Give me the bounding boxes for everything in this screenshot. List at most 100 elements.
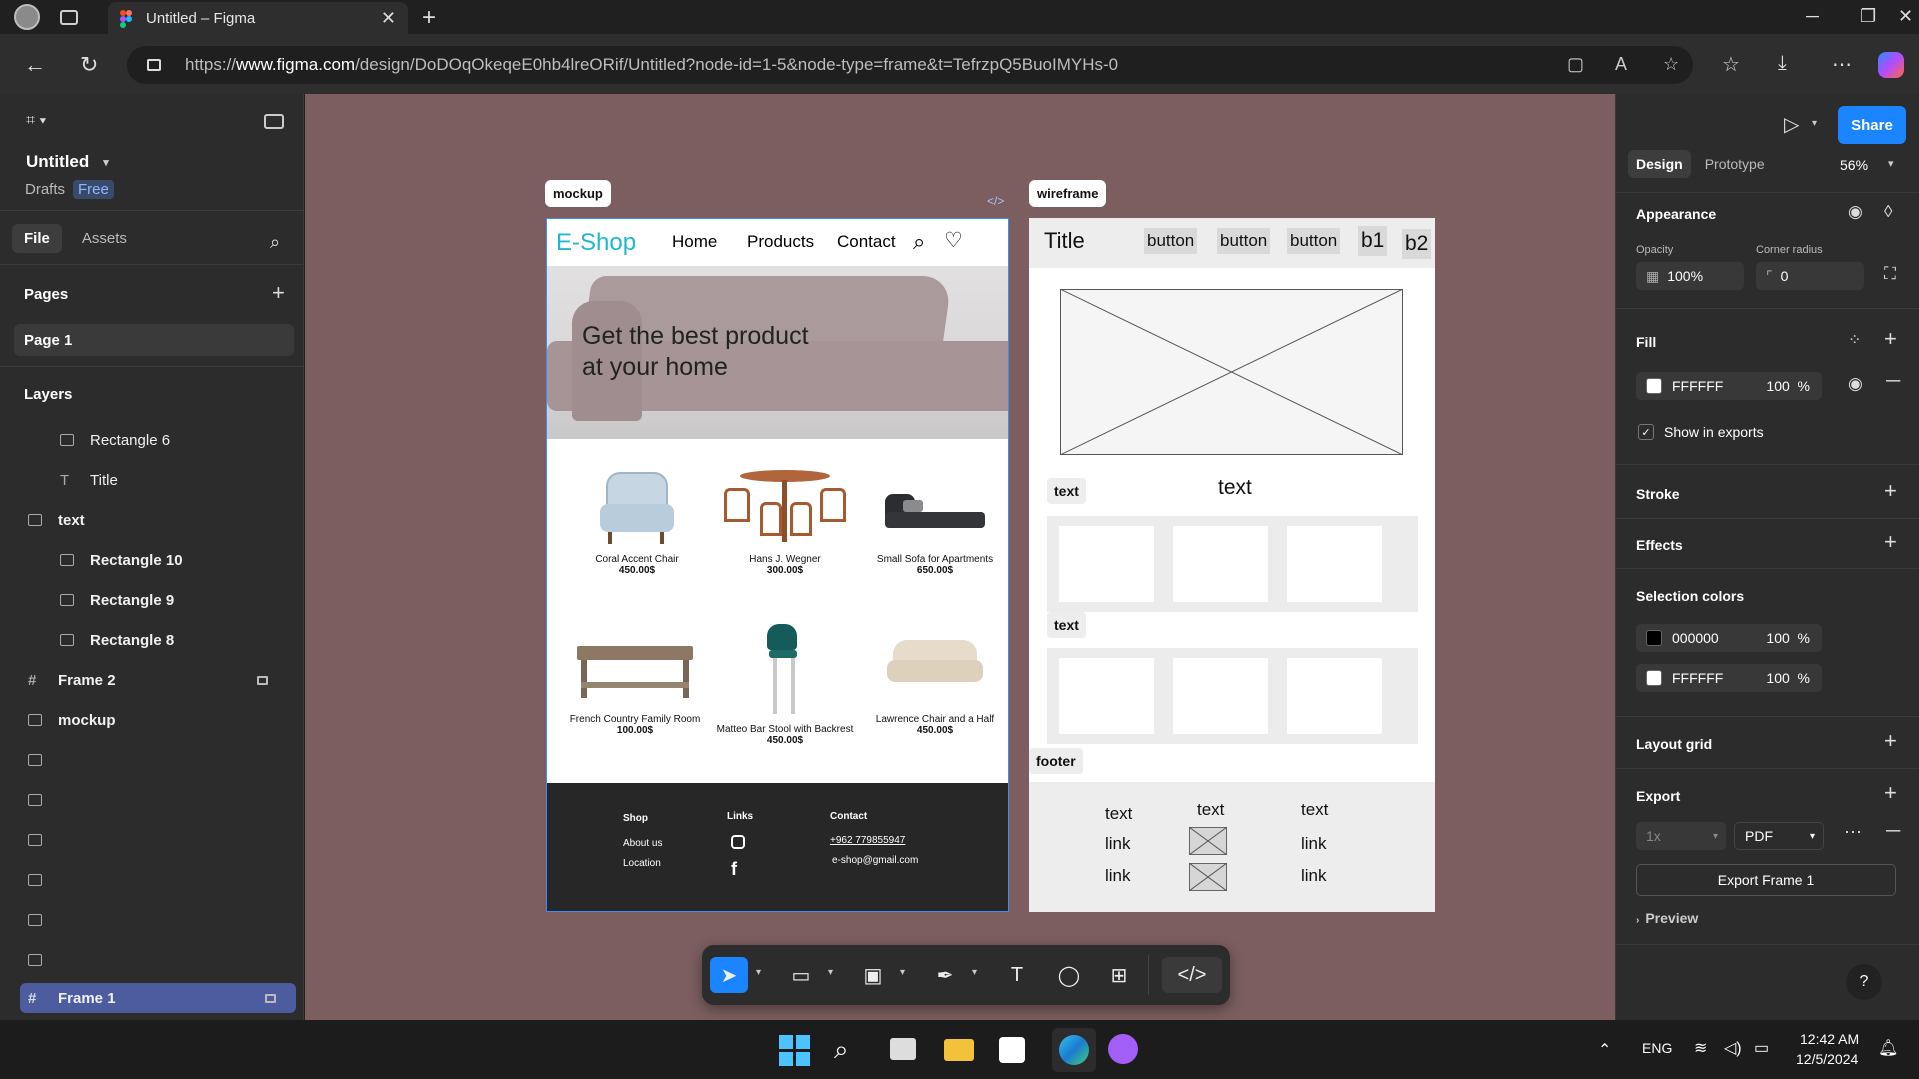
main-menu-icon[interactable]: ⌗ ▾ xyxy=(26,112,46,130)
tab-actions-icon[interactable] xyxy=(60,9,78,25)
layer-item[interactable] xyxy=(0,940,304,980)
play-icon[interactable]: ▷ xyxy=(1784,112,1799,137)
windows-start-icon[interactable] xyxy=(779,1034,811,1066)
design-canvas[interactable]: mockup </> wireframe E-Shop Home Product… xyxy=(305,94,1615,1020)
selection-color-row[interactable]: 000000 100 % xyxy=(1636,624,1822,652)
github-icon[interactable] xyxy=(1108,1034,1140,1066)
color-swatch[interactable] xyxy=(1646,630,1662,646)
layer-item[interactable]: text xyxy=(0,500,304,540)
chevron-down-icon[interactable]: ▾ xyxy=(756,967,761,978)
layer-item[interactable]: # Frame 2 xyxy=(0,660,304,700)
styles-icon[interactable]: ⁘ xyxy=(1848,330,1861,350)
opacity-input[interactable]: ▦ 100% xyxy=(1636,262,1744,290)
blend-icon[interactable]: ◊ xyxy=(1884,202,1892,222)
chevron-down-icon[interactable]: ▾ xyxy=(900,967,905,978)
downloads-icon[interactable]: ⤓ xyxy=(1778,52,1787,75)
layer-item[interactable]: Rectangle 8 xyxy=(0,620,304,660)
chevron-down-icon[interactable]: ▾ xyxy=(1812,118,1817,129)
read-aloud-icon[interactable]: A xyxy=(1615,54,1627,75)
eye-icon[interactable]: ◉ xyxy=(1848,374,1863,394)
fill-color-input[interactable]: FFFFFF 100 % xyxy=(1636,372,1822,400)
layer-item[interactable]: Rectangle 10 xyxy=(0,540,304,580)
search-icon[interactable]: ⌕ xyxy=(270,232,280,253)
help-button[interactable]: ? xyxy=(1846,964,1882,1000)
eye-icon[interactable]: ◉ xyxy=(1848,202,1863,222)
lock-icon[interactable] xyxy=(257,675,268,685)
layer-item[interactable] xyxy=(0,900,304,940)
move-tool-icon[interactable]: ➤ xyxy=(710,957,748,993)
export-settings-icon[interactable]: ⋯ xyxy=(1844,822,1862,843)
frame-label-mockup[interactable]: mockup xyxy=(545,180,611,207)
tab-design[interactable]: Design xyxy=(1628,150,1691,178)
layer-item[interactable] xyxy=(0,860,304,900)
store-icon[interactable] xyxy=(999,1034,1031,1066)
refresh-icon[interactable]: ↻ xyxy=(80,52,98,78)
close-tab-icon[interactable]: ✕ xyxy=(381,8,396,29)
tab-assets[interactable]: Assets xyxy=(70,224,139,253)
show-in-exports[interactable]: ✓ Show in exports xyxy=(1638,424,1764,440)
file-explorer-icon[interactable] xyxy=(944,1034,976,1066)
pen-tool-icon[interactable]: ✒ xyxy=(926,957,964,993)
minimize-icon[interactable]: ─ xyxy=(1806,6,1819,27)
edge-icon[interactable] xyxy=(1052,1028,1096,1072)
add-page-icon[interactable]: + xyxy=(272,280,285,306)
export-scale-select[interactable]: 1x ▾ xyxy=(1636,822,1726,850)
clock-date[interactable]: 12/5/2024 xyxy=(1796,1051,1858,1067)
layer-item[interactable] xyxy=(0,740,304,780)
more-options-icon[interactable]: ⋯ xyxy=(1832,52,1852,77)
checkbox[interactable]: ✓ xyxy=(1638,424,1654,440)
wireframe-frame[interactable]: Title button button button b1 b2 text te… xyxy=(1029,218,1435,912)
export-format-select[interactable]: PDF ▾ xyxy=(1734,822,1824,850)
page-item-page-1[interactable]: Page 1 xyxy=(14,324,294,356)
volume-icon[interactable]: ◁) xyxy=(1724,1038,1742,1058)
add-export-icon[interactable]: + xyxy=(1884,780,1897,806)
add-fill-icon[interactable]: + xyxy=(1884,326,1897,352)
add-layout-grid-icon[interactable]: + xyxy=(1884,728,1897,754)
share-button[interactable]: Share xyxy=(1838,106,1906,144)
chevron-down-icon[interactable]: ▾ xyxy=(972,967,977,978)
notification-bell-icon[interactable]: 🔔︎ xyxy=(1878,1038,1898,1058)
file-name[interactable]: Untitled ▾ xyxy=(26,152,109,172)
add-stroke-icon[interactable]: + xyxy=(1884,478,1897,504)
mockup-frame[interactable]: E-Shop Home Products Contact ⌕ ♡ Get the… xyxy=(546,218,1009,912)
fill-swatch[interactable] xyxy=(1646,378,1662,394)
chevron-up-icon[interactable]: ⌃ xyxy=(1598,1040,1611,1060)
new-tab-icon[interactable]: + xyxy=(422,4,436,32)
zoom-level[interactable]: 56% xyxy=(1840,157,1868,173)
chevron-down-icon[interactable]: ▾ xyxy=(1888,157,1894,170)
frame-label-wireframe[interactable]: wireframe xyxy=(1029,180,1107,207)
image-tool-icon[interactable]: ▣ xyxy=(854,957,892,993)
lock-icon[interactable] xyxy=(265,993,276,1003)
wifi-icon[interactable]: ≋ xyxy=(1694,1038,1707,1058)
corner-radius-input[interactable]: ⌜ 0 xyxy=(1756,262,1864,290)
browser-tab[interactable]: Untitled – Figma ✕ xyxy=(108,2,408,34)
tab-prototype[interactable]: Prototype xyxy=(1697,150,1773,178)
toggle-ui-icon[interactable] xyxy=(264,114,284,129)
color-swatch[interactable] xyxy=(1646,670,1662,686)
remove-fill-icon[interactable]: ─ xyxy=(1886,370,1900,393)
layer-item-selected[interactable]: # Frame 1 xyxy=(20,983,296,1013)
comment-tool-icon[interactable]: ◯ xyxy=(1050,957,1088,993)
layer-item[interactable]: mockup xyxy=(0,700,304,740)
battery-icon[interactable]: ▭ xyxy=(1754,1038,1769,1058)
actions-tool-icon[interactable]: ⊞ xyxy=(1100,957,1138,993)
layer-item[interactable] xyxy=(0,820,304,860)
tab-file[interactable]: File xyxy=(12,224,62,253)
clock-time[interactable]: 12:42 AM xyxy=(1800,1031,1859,1047)
preview-toggle[interactable]: › Preview xyxy=(1636,910,1698,926)
back-icon[interactable]: ← xyxy=(24,52,46,78)
add-effect-icon[interactable]: + xyxy=(1884,529,1897,555)
text-tool-icon[interactable]: T xyxy=(998,957,1036,993)
dev-mode-icon[interactable]: </> xyxy=(1162,957,1222,993)
remove-export-icon[interactable]: ─ xyxy=(1886,820,1900,843)
app-available-icon[interactable]: ▢ xyxy=(1567,54,1584,75)
language-indicator[interactable]: ENG xyxy=(1642,1040,1672,1056)
layer-item[interactable]: Rectangle 9 xyxy=(0,580,304,620)
url-field[interactable]: https://www.figma.com/design/DoDOqOkeqeE… xyxy=(127,46,1693,84)
favorites-icon[interactable]: ☆ xyxy=(1722,52,1740,77)
chevron-down-icon[interactable]: ▾ xyxy=(828,967,833,978)
selection-color-row[interactable]: FFFFFF 100 % xyxy=(1636,664,1822,692)
layer-item[interactable]: Rectangle 6 xyxy=(0,420,304,460)
copilot-icon[interactable] xyxy=(1878,52,1904,78)
task-view-icon[interactable] xyxy=(890,1034,922,1066)
